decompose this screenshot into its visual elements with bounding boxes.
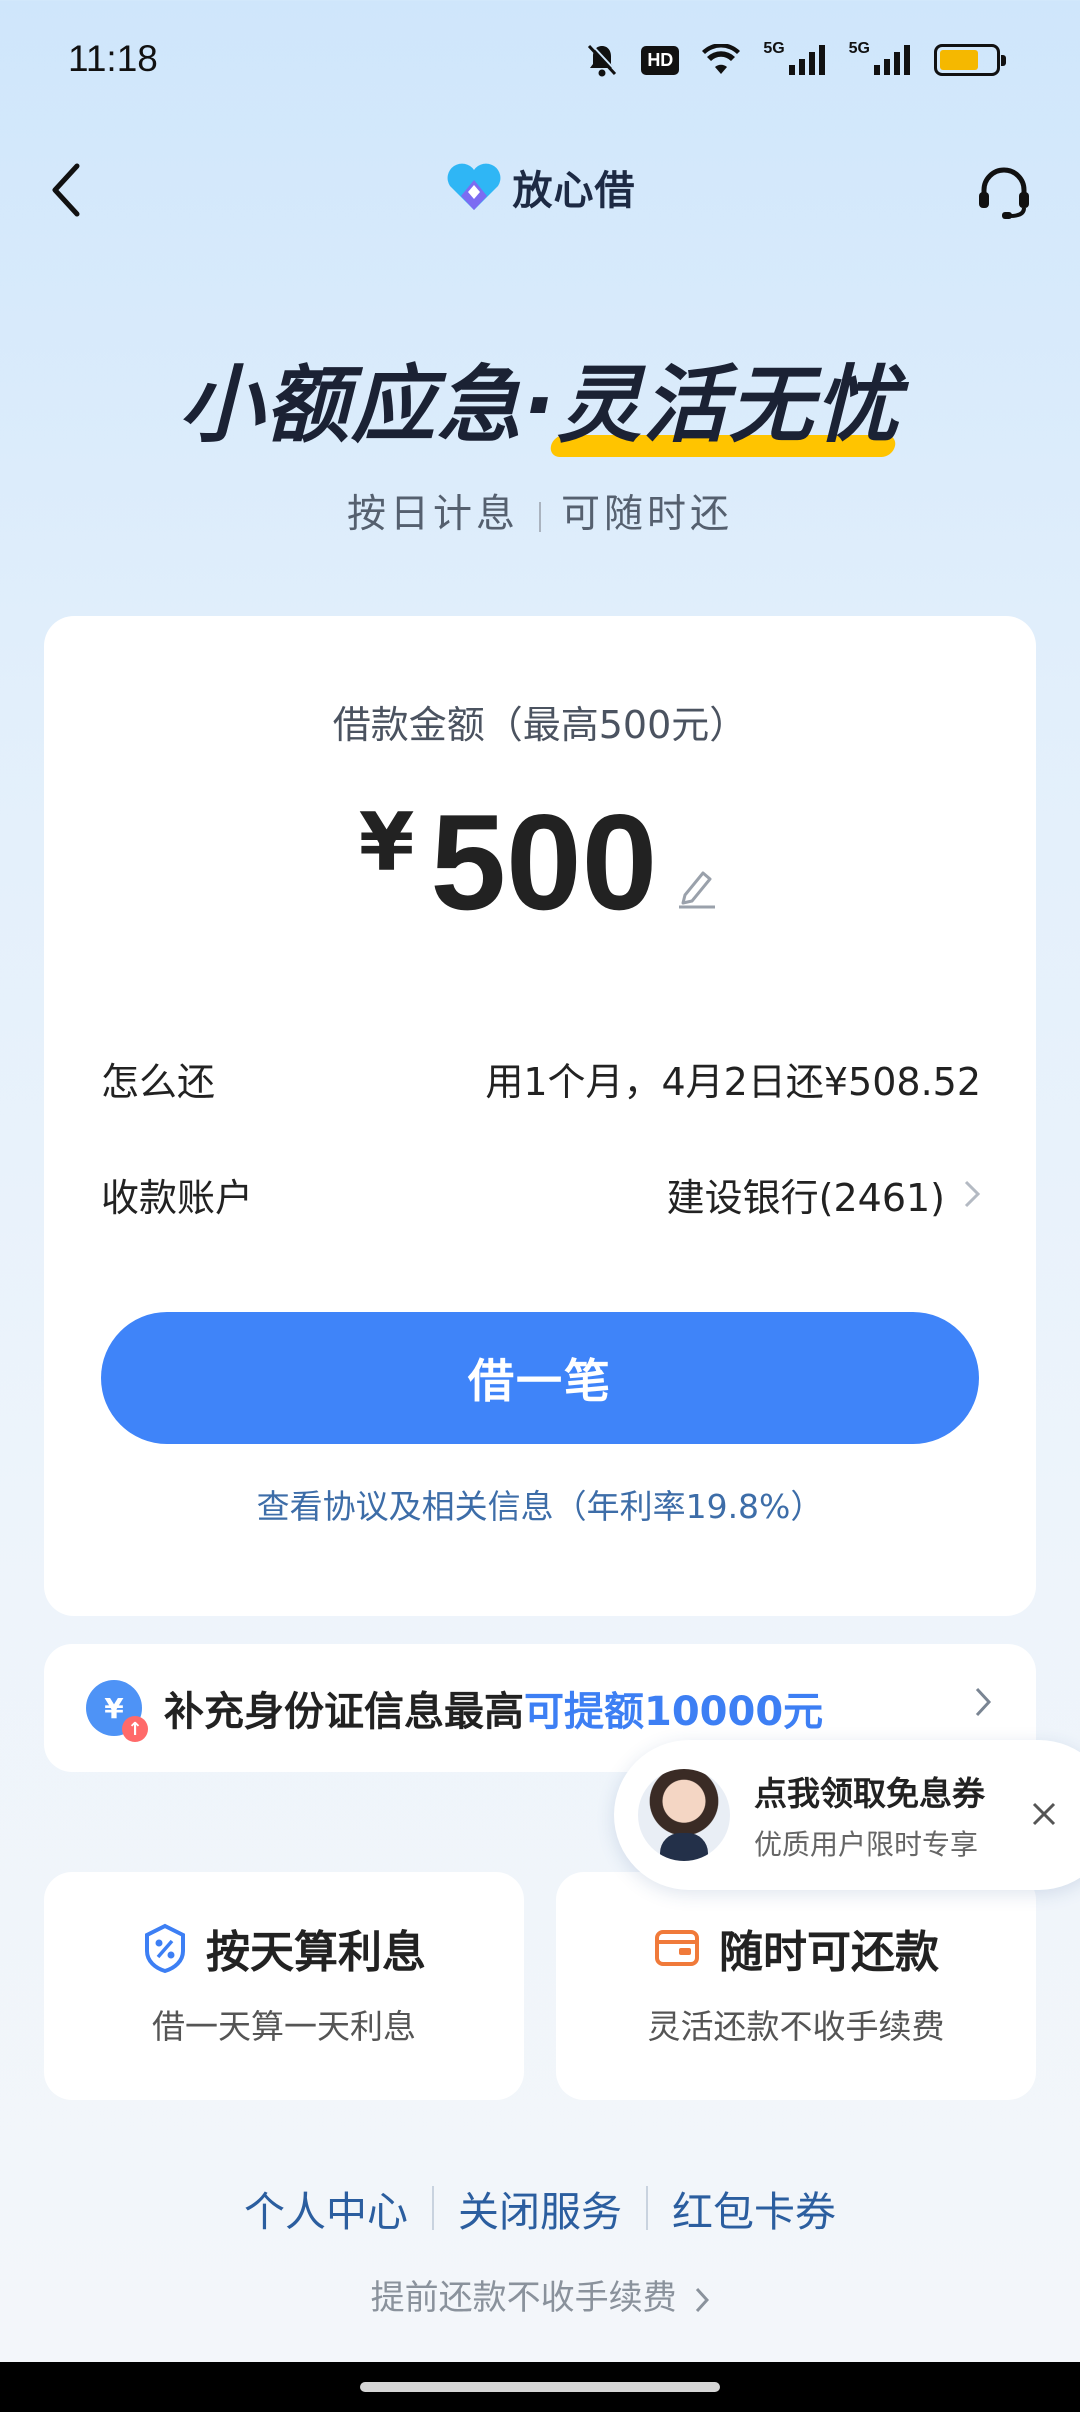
slogan-part1: 小额应急· bbox=[179, 356, 557, 454]
close-button[interactable] bbox=[1026, 1796, 1062, 1832]
headset-icon bbox=[979, 167, 1029, 219]
feature-anytime-repay: 随时可还款 灵活还款不收手续费 bbox=[556, 1872, 1036, 2100]
signal-icon: 5G bbox=[849, 40, 912, 80]
borrow-button[interactable]: 借一笔 bbox=[101, 1312, 979, 1444]
account-row[interactable]: 收款账户 建设银行(2461) bbox=[101, 1164, 981, 1224]
slogan: 小额应急·灵活无忧 bbox=[179, 338, 901, 459]
promo-text-highlight: 可提额10000元 bbox=[524, 1689, 824, 1735]
prepay-link[interactable]: 提前还款不收手续费 bbox=[0, 2270, 1080, 2319]
chevron-right-icon bbox=[975, 1687, 992, 1717]
yuan-coin-icon: ¥ ↑ bbox=[86, 1680, 148, 1742]
footer-links: 个人中心 关闭服务 红包卡券 bbox=[0, 2178, 1080, 2238]
interest-free-coupon-popup[interactable]: 点我领取免息券 优质用户限时专享 bbox=[614, 1740, 1080, 1890]
mute-bell-icon bbox=[585, 40, 619, 80]
service-agent-avatar bbox=[638, 1769, 730, 1861]
pencil-icon bbox=[679, 871, 716, 909]
battery-icon bbox=[934, 40, 1006, 80]
loan-card: 借款金额（最高500元） ¥ 500 怎么还 用1个月，4月2日还¥508.52… bbox=[44, 616, 1036, 1616]
feature-title: 随时可还款 bbox=[719, 1927, 939, 1978]
hero-banner: 小额应急·灵活无忧 按日计息 可随时还 bbox=[0, 338, 1080, 539]
account-value-wrap: 建设银行(2461) bbox=[667, 1167, 981, 1222]
subtitle-left: 按日计息 bbox=[346, 492, 519, 537]
edit-amount-button[interactable] bbox=[677, 865, 721, 909]
feature-desc: 灵活还款不收手续费 bbox=[647, 2007, 945, 2046]
amount-row: ¥ 500 bbox=[44, 784, 1036, 940]
signal-icon: 5G bbox=[763, 40, 826, 80]
feature-desc: 借一天算一天利息 bbox=[152, 2007, 416, 2046]
repayment-row: 怎么还 用1个月，4月2日还¥508.52 bbox=[101, 1048, 981, 1108]
currency-symbol: ¥ bbox=[358, 795, 415, 889]
subtitle-right: 可随时还 bbox=[561, 492, 734, 537]
promo-text-prefix: 补充身份证信息最高 bbox=[164, 1689, 524, 1735]
link-coupons[interactable]: 红包卡券 bbox=[648, 2178, 860, 2238]
status-time: 11:18 bbox=[68, 38, 158, 79]
repayment-label: 怎么还 bbox=[101, 1059, 216, 1104]
wallet-icon bbox=[655, 1930, 699, 1966]
subtitle-divider bbox=[539, 501, 541, 532]
feature-daily-interest: 按天算利息 借一天算一天利息 bbox=[44, 1872, 524, 2100]
account-value: 建设银行(2461) bbox=[666, 1175, 945, 1220]
chevron-right-icon bbox=[696, 2287, 710, 2312]
chevron-right-icon bbox=[964, 1180, 981, 1208]
navigation-gesture-area bbox=[0, 2362, 1080, 2412]
customer-service-button[interactable] bbox=[972, 160, 1036, 224]
account-label: 收款账户 bbox=[101, 1175, 254, 1220]
home-indicator[interactable] bbox=[360, 2382, 720, 2392]
coupon-title: 点我领取免息券 bbox=[754, 1774, 985, 1813]
promo-text: 补充身份证信息最高可提额10000元 bbox=[164, 1679, 823, 1737]
nav-bar: 放心借 bbox=[0, 140, 1080, 240]
hero-subtitle: 按日计息 可随时还 bbox=[0, 483, 1080, 539]
brand: 放心借 bbox=[0, 158, 1080, 216]
slogan-highlight: 灵活无忧 bbox=[557, 338, 901, 459]
link-personal-center[interactable]: 个人中心 bbox=[220, 2178, 432, 2238]
status-bar: 11:18 HD 5G 5G bbox=[0, 0, 1080, 124]
amount-label: 借款金额（最高500元） bbox=[332, 703, 748, 747]
close-icon bbox=[1032, 1802, 1056, 1826]
loan-amount[interactable]: 500 bbox=[430, 784, 657, 940]
percent-shield-icon bbox=[145, 1923, 185, 1973]
agreement-link[interactable]: 查看协议及相关信息（年利率19.8%） bbox=[44, 1480, 1036, 1528]
link-close-service[interactable]: 关闭服务 bbox=[434, 2178, 646, 2238]
arrow-up-icon: ↑ bbox=[122, 1716, 148, 1742]
repayment-value: 用1个月，4月2日还¥508.52 bbox=[485, 1059, 981, 1104]
coupon-subtitle: 优质用户限时专享 bbox=[754, 1828, 979, 1861]
hd-voice-icon: HD bbox=[641, 40, 680, 80]
feature-title: 按天算利息 bbox=[206, 1927, 426, 1978]
brand-name: 放心借 bbox=[512, 168, 636, 214]
status-icons: HD 5G 5G bbox=[585, 40, 1006, 80]
brand-logo-icon bbox=[447, 163, 500, 210]
wifi-icon bbox=[701, 40, 741, 80]
